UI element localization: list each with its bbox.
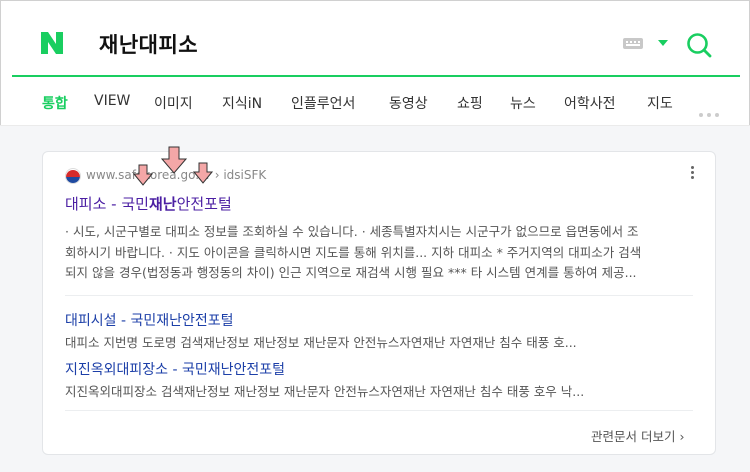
tab-video[interactable]: 동영상 [389, 93, 428, 113]
result-title-suffix: 안전포털 [176, 195, 232, 213]
search-header: 재난대피소 [0, 0, 750, 77]
tab-bar: 통합 VIEW 이미지 지식iN 인플루언서 동영상 쇼핑 뉴스 어학사전 지도 [0, 77, 750, 126]
divider [65, 410, 693, 411]
more-options-icon[interactable] [691, 166, 695, 181]
tab-news[interactable]: 뉴스 [510, 93, 536, 113]
tab-dictionary[interactable]: 어학사전 [564, 93, 616, 113]
search-input[interactable]: 재난대피소 [99, 29, 198, 59]
tab-map[interactable]: 지도 [647, 93, 673, 113]
result-description: · 시도, 시군구별로 대피소 정보를 조회하실 수 있습니다. · 세종특별자… [65, 222, 695, 284]
arrow-down-icon [160, 146, 188, 174]
description-line: 회하시기 바랍니다. · 지도 아이콘을 클릭하시면 지도를 통해 위치를...… [65, 244, 642, 260]
tab-integrated[interactable]: 통합 [42, 93, 68, 113]
description-line: 되지 않을 경우(법정동과 행정동의 차이) 인근 지역으로 재검색 시행 필요… [65, 265, 637, 280]
sublink-description: 지진옥외대피장소 검색재난정보 재난정보 재난문자 안전뉴스자연재난 자연재난 … [65, 384, 585, 399]
chevron-down-icon[interactable] [658, 40, 668, 46]
result-card: www.safekorea.go.kr › idsiSFK 대피소 - 국민재난… [42, 151, 716, 455]
related-docs-link[interactable]: 관련문서 더보기 › [591, 426, 684, 445]
tab-knowledge-in[interactable]: 지식iN [222, 93, 262, 113]
result-title-prefix: 대피소 - 국민 [65, 195, 149, 213]
arrow-down-icon [193, 162, 213, 184]
search-icon[interactable] [686, 32, 712, 58]
sublink-title[interactable]: 대피시설 - 국민재난안전포털 [65, 310, 234, 330]
tab-influencer[interactable]: 인플루언서 [291, 93, 355, 113]
tab-images[interactable]: 이미지 [154, 93, 193, 113]
arrow-down-icon [133, 164, 153, 186]
more-tabs-icon[interactable] [699, 102, 723, 121]
result-title[interactable]: 대피소 - 국민재난안전포털 [65, 193, 232, 214]
gov-emblem-icon [65, 168, 81, 184]
naver-logo[interactable] [40, 31, 64, 55]
sublink-title[interactable]: 지진옥외대피장소 - 국민재난안전포털 [65, 359, 285, 379]
divider [65, 295, 693, 296]
sublink-description: 대피소 지번명 도로명 검색재난정보 재난정보 재난문자 안전뉴스자연재난 자연… [65, 335, 577, 350]
keyboard-icon[interactable] [623, 38, 643, 49]
description-line: · 시도, 시군구별로 대피소 정보를 조회하실 수 있습니다. · 세종특별자… [65, 224, 639, 239]
tab-view[interactable]: VIEW [94, 93, 130, 109]
result-title-highlight: 재난 [148, 195, 177, 213]
tab-shopping[interactable]: 쇼핑 [457, 93, 483, 113]
